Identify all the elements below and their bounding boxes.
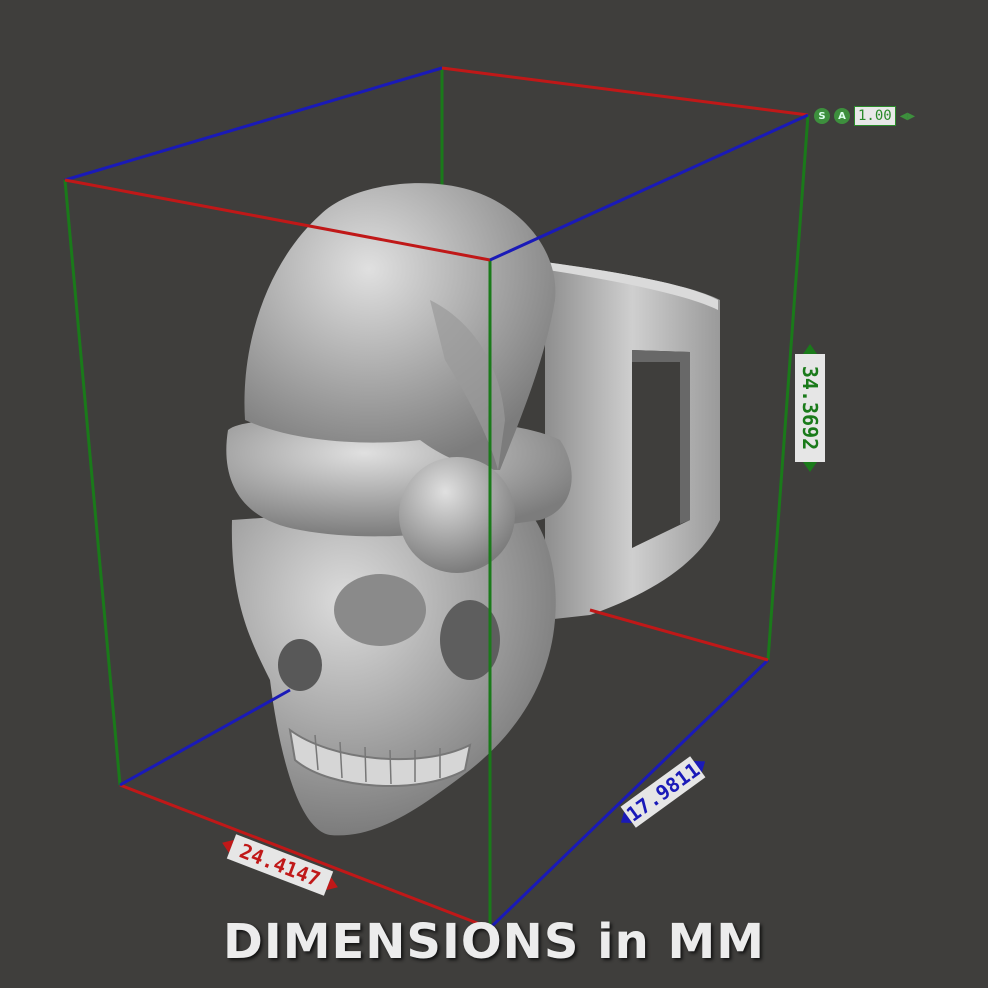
- mug-handle: [545, 262, 720, 620]
- height-value: 34.3692: [798, 366, 822, 450]
- stepper-arrows-icon[interactable]: ◀▶: [900, 111, 915, 122]
- a-toggle-button[interactable]: A: [834, 108, 850, 124]
- scale-gizmo[interactable]: S A 1.00 ◀▶: [814, 106, 915, 126]
- height-dimension-label: 34.3692: [795, 344, 825, 472]
- bounding-box-back: [64, 66, 809, 192]
- scale-value-field[interactable]: 1.00: [854, 106, 896, 126]
- dimensions-caption: DIMENSIONS in MM: [223, 914, 765, 970]
- skull-model: [231, 500, 556, 836]
- depth-value: 17.9811: [622, 758, 704, 827]
- 3d-viewport[interactable]: 24.4147 17.9811 34.3692: [0, 0, 988, 988]
- s-toggle-button[interactable]: S: [814, 108, 830, 124]
